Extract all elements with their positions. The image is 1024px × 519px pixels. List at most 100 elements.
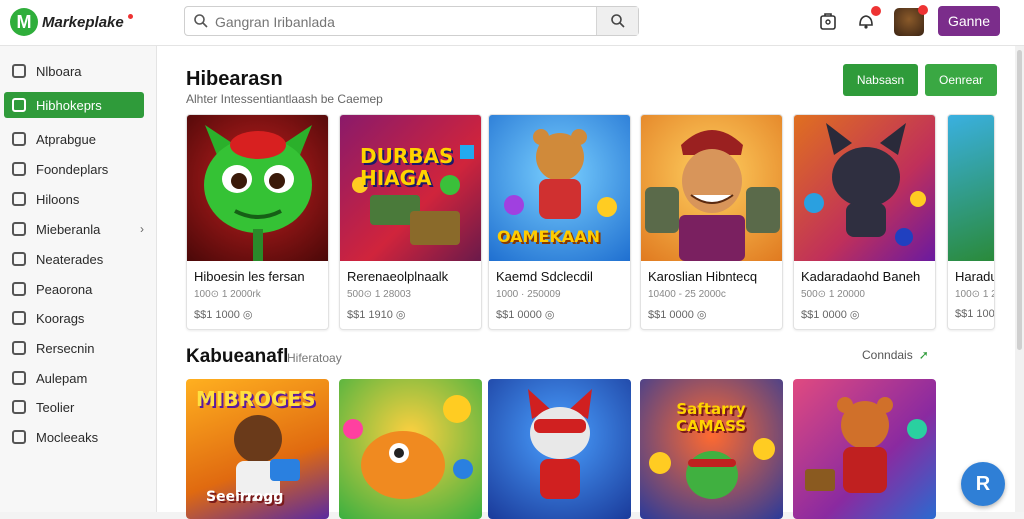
notification-icon[interactable] bbox=[855, 6, 881, 32]
section-subtitle: Hiferatoay bbox=[287, 351, 342, 365]
sidebar-item-label: Mocleeaks bbox=[36, 429, 99, 445]
card-title: Kaemd Sdclecdil bbox=[496, 269, 593, 284]
grid-icon bbox=[12, 222, 26, 236]
avatar[interactable] bbox=[894, 5, 928, 36]
game-card[interactable]: OAMEKAAN Kaemd Sdclecdil 1000 · 250009 $… bbox=[488, 114, 631, 330]
frame-icon bbox=[12, 430, 26, 444]
store-icon bbox=[12, 64, 26, 78]
sidebar-item-box[interactable]: Koorags bbox=[4, 305, 144, 331]
game-thumbnail: OAMEKAAN bbox=[489, 115, 630, 261]
sidebar-item-globe[interactable]: Aulepam bbox=[4, 365, 144, 391]
sidebar-item-label: Atprabgue bbox=[36, 131, 96, 147]
game-card[interactable]: Karoslian Hibntecq 10400 - 25 2000c $$1 … bbox=[640, 114, 783, 330]
sidebar-item-wrench[interactable]: Teolier bbox=[4, 394, 144, 420]
sidebar-item-bag[interactable]: Atprabgue bbox=[4, 126, 144, 152]
card-meta: 100⊙ 1 2000rk bbox=[194, 289, 261, 300]
avatar-badge bbox=[918, 5, 928, 15]
sidebar-item-person[interactable]: Peaorona bbox=[4, 276, 144, 302]
card-title: Karoslian Hibntecq bbox=[648, 269, 758, 284]
card-meta: 100⊙ 1 2 bbox=[955, 289, 995, 300]
box-icon bbox=[12, 311, 26, 325]
game-thumbnail bbox=[948, 115, 994, 261]
game-thumbnail bbox=[343, 395, 473, 499]
sidebar-item-label: Hiloons bbox=[36, 191, 80, 207]
sidebar-item-label: Teolier bbox=[36, 399, 75, 415]
game-card[interactable]: DURBAS HIAGA Rerenaeolplnaalk 500⊙ 1 280… bbox=[339, 114, 482, 330]
game-thumbnail bbox=[794, 115, 935, 261]
sidebar-item-grid[interactable]: Mieberanla › bbox=[4, 216, 144, 242]
search-input[interactable] bbox=[215, 11, 595, 33]
sidebar-item-tag[interactable]: Hiloons bbox=[4, 186, 144, 212]
card-title: Hiboesin les fersan bbox=[194, 269, 305, 284]
game-card[interactable]: Saftarry CAMASS bbox=[640, 379, 783, 519]
app-logo[interactable]: M Markeplake bbox=[10, 8, 133, 36]
sidebar-item-label: Foondeplars bbox=[36, 161, 109, 177]
card-price: $$1 1000 ◎ bbox=[194, 309, 253, 321]
scrollbar[interactable] bbox=[1015, 46, 1024, 512]
scrollbar-thumb[interactable] bbox=[1017, 50, 1022, 350]
sidebar-item-label: Nlboara bbox=[36, 63, 82, 79]
card-title: Haradu bbox=[955, 269, 995, 284]
sidebar-item-frame[interactable]: Mocleeaks bbox=[4, 424, 144, 450]
notification-badge bbox=[871, 6, 881, 16]
primary-action-button[interactable]: Nabsasn bbox=[843, 64, 918, 96]
see-all-label: Conndais bbox=[862, 348, 913, 362]
arrow-icon: ➚ bbox=[918, 348, 929, 362]
sidebar-item-label: Aulepam bbox=[36, 370, 88, 386]
sidebar-item-chart[interactable]: Rersecnin bbox=[4, 335, 144, 361]
card-meta: 500⊙ 1 20000 bbox=[801, 289, 865, 300]
sidebar-item-label: Peaorona bbox=[36, 281, 93, 297]
game-card[interactable] bbox=[339, 379, 482, 519]
globe-icon bbox=[12, 371, 26, 385]
game-thumbnail bbox=[805, 397, 927, 493]
card-title: Rerenaeolplnaalk bbox=[347, 269, 449, 284]
app-name: Markeplake bbox=[42, 13, 124, 31]
card-price: $$1 0000 ◎ bbox=[801, 309, 860, 321]
game-thumbnail bbox=[187, 115, 328, 261]
game-button[interactable]: Ganne bbox=[938, 6, 1000, 36]
game-card[interactable]: Hiboesin les fersan 100⊙ 1 2000rk $$1 10… bbox=[186, 114, 329, 330]
top-bar: M Markeplake Ganne bbox=[0, 0, 1024, 46]
game-thumbnail bbox=[528, 389, 592, 499]
tag-outline-icon bbox=[12, 192, 26, 206]
document-icon bbox=[12, 252, 26, 266]
logo-dot bbox=[127, 13, 133, 19]
secondary-action-button[interactable]: Oenrear bbox=[925, 64, 997, 96]
game-art-text: DURBAS HIAGA bbox=[360, 144, 454, 190]
sidebar: Nlboara Hibhokeprs Atprabgue Foondeplars… bbox=[0, 46, 157, 512]
floating-action-button[interactable]: R bbox=[961, 462, 1005, 506]
card-price: $$1 0000 ◎ bbox=[648, 309, 707, 321]
game-art-subtext: Seeirrogg bbox=[206, 489, 284, 505]
section-subtitle: Alhter Intessentiantlaash be Caemep bbox=[186, 92, 383, 106]
game-art-text: OAMEKAAN bbox=[497, 227, 600, 246]
game-card[interactable] bbox=[793, 379, 936, 519]
search-icon bbox=[194, 14, 208, 28]
game-thumbnail bbox=[641, 115, 782, 261]
sidebar-item-label: Mieberanla bbox=[36, 221, 101, 237]
sidebar-item-label: Rersecnin bbox=[36, 340, 95, 356]
sidebar-item-briefcase[interactable]: Foondeplars bbox=[4, 156, 144, 182]
main-content: Hibearasn Alhter Intessentiantlaash be C… bbox=[157, 46, 1015, 519]
sidebar-item-label: Koorags bbox=[36, 310, 85, 326]
sidebar-item-store[interactable]: Nlboara bbox=[4, 58, 144, 84]
card-meta: 500⊙ 1 28003 bbox=[347, 289, 411, 300]
game-thumbnail: DURBAS HIAGA bbox=[340, 115, 481, 261]
sidebar-item-active[interactable]: Hibhokeprs bbox=[4, 92, 144, 118]
card-price: $$1 1000 bbox=[955, 308, 995, 320]
game-card[interactable]: Kadaradaohd Baneh 500⊙ 1 20000 $$1 0000 … bbox=[793, 114, 936, 330]
shopping-bag-icon[interactable] bbox=[817, 10, 839, 32]
wrench-icon bbox=[12, 400, 26, 414]
game-card[interactable]: MIBROGES Seeirrogg bbox=[186, 379, 329, 519]
person-icon bbox=[12, 282, 26, 296]
search-button[interactable] bbox=[596, 7, 638, 35]
chevron-right-icon: › bbox=[140, 222, 144, 236]
chart-icon bbox=[12, 341, 26, 355]
game-card[interactable] bbox=[488, 379, 631, 519]
section-title: Kabueanafl bbox=[186, 346, 289, 367]
game-card[interactable]: Haradu 100⊙ 1 2 $$1 1000 bbox=[947, 114, 995, 330]
sidebar-item-document[interactable]: Neaterades bbox=[4, 246, 144, 272]
briefcase-icon bbox=[12, 162, 26, 176]
section-title: Hibearasn bbox=[186, 68, 283, 90]
card-meta: 10400 - 25 2000c bbox=[648, 289, 726, 300]
see-all-link[interactable]: Conndais ➚ bbox=[862, 348, 929, 362]
